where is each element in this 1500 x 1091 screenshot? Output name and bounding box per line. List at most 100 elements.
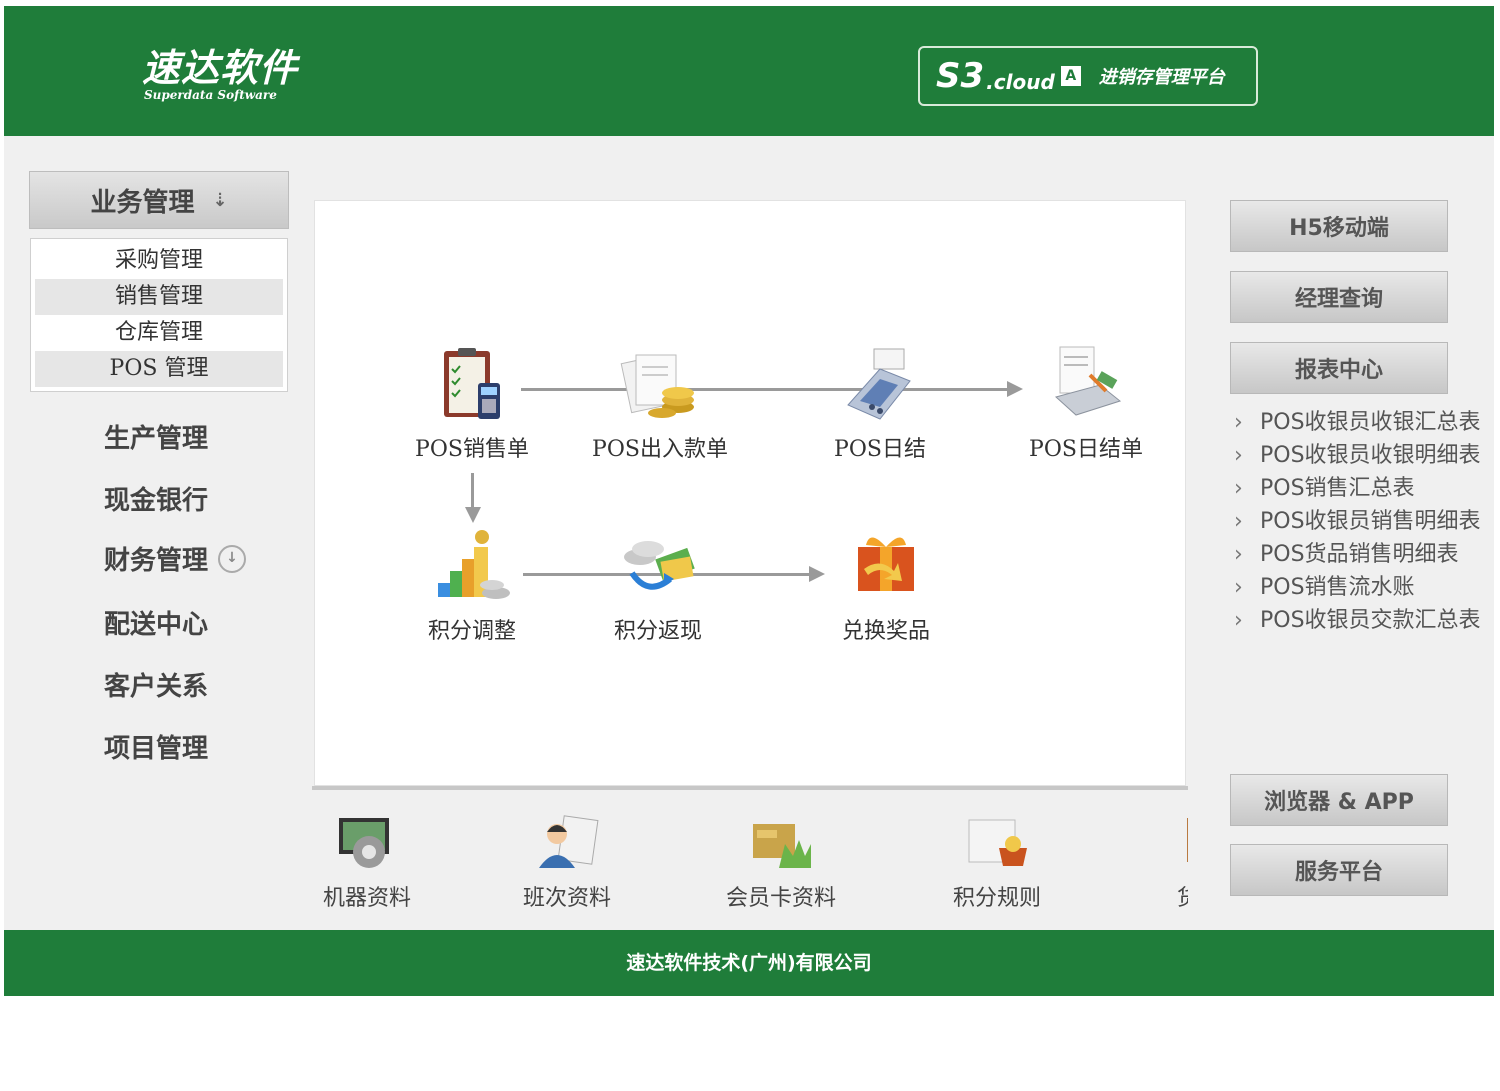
flow-node-pos-sales[interactable]: POS销售单 — [397, 345, 547, 463]
sidebar-item-crm[interactable]: 客户关系 — [104, 666, 208, 703]
sidebar-item-label: 配送中心 — [104, 610, 209, 640]
bottom-strip: 机器资料 班次资料 会员卡资料 积分规则 货 — [312, 806, 1188, 916]
shift-person-icon — [535, 814, 599, 874]
chevron-right-icon: › — [1234, 575, 1243, 600]
button-label: 报表中心 — [1294, 358, 1383, 383]
sidebar-item-production[interactable]: 生产管理 — [104, 418, 208, 455]
submenu-item-sales[interactable]: 销售管理 — [35, 279, 283, 315]
sidebar-item-label: 财务管理 — [104, 546, 209, 576]
strip-item-label: 积分规则 — [952, 886, 1041, 911]
strip-item-label: 班次资料 — [522, 886, 611, 911]
goods-box-icon — [1167, 814, 1188, 874]
logo-english-name: Superdata Software — [144, 88, 277, 102]
company-logo[interactable]: 速达软件 Superdata Software — [142, 45, 299, 103]
flow-node-label: POS日结单 — [1029, 437, 1143, 462]
chevron-right-icon: › — [1234, 608, 1243, 633]
chevron-right-icon: › — [1234, 542, 1243, 567]
main-area: 业务管理 ⇣ 采购管理 销售管理 仓库管理 POS 管理 生产管理 现金银行 财… — [4, 136, 1494, 930]
app-footer: 速达软件技术(广州)有限公司 — [4, 930, 1494, 996]
flow-node-label: 兑换奖品 — [841, 619, 930, 644]
flow-node-points-adjust[interactable]: 积分调整 — [397, 527, 547, 645]
flow-node-label: POS销售单 — [415, 437, 529, 462]
button-label: 经理查询 — [1294, 287, 1383, 312]
flow-node-label: POS日结 — [834, 437, 926, 462]
report-link[interactable]: › POS销售流水账 — [1230, 573, 1490, 603]
report-link-label: POS收银员收银明细表 — [1260, 443, 1481, 468]
points-rule-icon — [965, 814, 1029, 874]
documents-coins-icon — [620, 345, 700, 425]
footer-company-name: 速达软件技术(广州)有限公司 — [626, 952, 872, 974]
report-link-label: POS收银员收银汇总表 — [1260, 410, 1481, 435]
service-platform-button[interactable]: 服务平台 — [1230, 844, 1448, 896]
flow-node-pos-daily-close[interactable]: POS日结 — [805, 345, 955, 463]
sidebar-item-label: 项目管理 — [104, 734, 209, 764]
button-label: 浏览器 & APP — [1264, 790, 1414, 815]
sidebar-item-cash-bank[interactable]: 现金银行 — [104, 480, 208, 517]
cashback-icon — [618, 527, 698, 607]
strip-item-goods[interactable]: 货品 — [1124, 814, 1188, 912]
chevron-right-icon: › — [1234, 443, 1243, 468]
flow-node-pos-cash-in-out[interactable]: POS出入款单 — [585, 345, 735, 463]
manager-query-button[interactable]: 经理查询 — [1230, 271, 1448, 323]
submenu-item-warehouse[interactable]: 仓库管理 — [35, 315, 283, 351]
brand-cloud: .cloud — [986, 70, 1055, 94]
report-link[interactable]: › POS货品销售明细表 — [1230, 540, 1490, 570]
button-label: 服务平台 — [1294, 860, 1383, 885]
arrow-down-icon — [465, 507, 481, 523]
sidebar-submenu: 采购管理 销售管理 仓库管理 POS 管理 — [30, 238, 288, 392]
chevron-right-icon: › — [1234, 509, 1243, 534]
flow-node-points-cashback[interactable]: 积分返现 — [583, 527, 733, 645]
strip-item-label: 会员卡资料 — [725, 886, 836, 911]
browser-app-button[interactable]: 浏览器 & APP — [1230, 774, 1448, 826]
sidebar-item-project[interactable]: 项目管理 — [104, 728, 208, 765]
h5-mobile-button[interactable]: H5移动端 — [1230, 200, 1448, 252]
report-list: › POS收银员收银汇总表 › POS收银员收银明细表 › POS销售汇总表 ›… — [1230, 408, 1490, 770]
gift-box-icon — [846, 527, 926, 607]
report-link-label: POS销售汇总表 — [1260, 476, 1415, 501]
workflow-panel: POS销售单 POS出入款单 POS日结 POS日结单 积分调整 积分返现 兑换… — [314, 200, 1186, 786]
button-label: H5移动端 — [1289, 216, 1389, 241]
brand-s3: S3 — [936, 56, 985, 96]
sidebar-item-distribution[interactable]: 配送中心 — [104, 604, 208, 641]
sidebar-section-title: 业务管理 — [90, 187, 195, 218]
app-header: 速达软件 Superdata Software S3 .cloud A 进销存管… — [4, 6, 1494, 136]
report-link-label: POS收银员销售明细表 — [1260, 509, 1481, 534]
report-link[interactable]: › POS收银员交款汇总表 — [1230, 606, 1490, 636]
strip-item-machine[interactable]: 机器资料 — [312, 814, 442, 912]
report-link-label: POS货品销售明细表 — [1260, 542, 1459, 567]
report-link[interactable]: › POS收银员收银汇总表 — [1230, 408, 1490, 438]
report-link-label: POS收银员交款汇总表 — [1260, 608, 1481, 633]
flow-node-label: 积分调整 — [427, 619, 516, 644]
report-link[interactable]: › POS收银员收银明细表 — [1230, 441, 1490, 471]
logo-chinese-name: 速达软件 — [142, 45, 299, 90]
flow-node-redeem-prize[interactable]: 兑换奖品 — [811, 527, 961, 645]
member-card-icon — [749, 814, 813, 874]
brand-subtitle: 进销存管理平台 — [1098, 67, 1225, 88]
report-link-label: POS销售流水账 — [1260, 575, 1415, 600]
strip-item-points-rule[interactable]: 积分规则 — [922, 814, 1072, 912]
sidebar-item-finance[interactable]: 财务管理 ↓ — [104, 540, 247, 577]
sidebar-section-business[interactable]: 业务管理 ⇣ — [29, 171, 289, 229]
submenu-item-pos[interactable]: POS 管理 — [35, 351, 283, 387]
flow-node-label: POS出入款单 — [592, 437, 728, 462]
submenu-item-purchase[interactable]: 采购管理 — [35, 243, 283, 279]
sidebar-item-label: 生产管理 — [104, 424, 209, 454]
flow-node-pos-daily-statement[interactable]: POS日结单 — [1011, 345, 1161, 463]
report-link[interactable]: › POS销售汇总表 — [1230, 474, 1490, 504]
machine-gear-icon — [335, 814, 399, 874]
report-center-button[interactable]: 报表中心 — [1230, 342, 1448, 394]
chevron-right-icon: › — [1234, 410, 1243, 435]
strip-item-shift[interactable]: 班次资料 — [492, 814, 642, 912]
panel-divider — [312, 786, 1188, 790]
card-terminal-icon — [840, 345, 920, 425]
strip-item-member-card[interactable]: 会员卡资料 — [706, 814, 856, 912]
clipboard-pos-icon — [432, 345, 512, 425]
report-link[interactable]: › POS收银员销售明细表 — [1230, 507, 1490, 537]
flow-line-vertical — [471, 473, 474, 509]
chevron-right-icon: › — [1234, 476, 1243, 501]
sidebar-item-label: 客户关系 — [104, 672, 209, 702]
strip-item-label: 机器资料 — [322, 886, 411, 911]
flow-node-label: 积分返现 — [613, 619, 702, 644]
product-brand-box: S3 .cloud A 进销存管理平台 — [918, 46, 1258, 106]
brand-badge: A — [1060, 66, 1081, 86]
